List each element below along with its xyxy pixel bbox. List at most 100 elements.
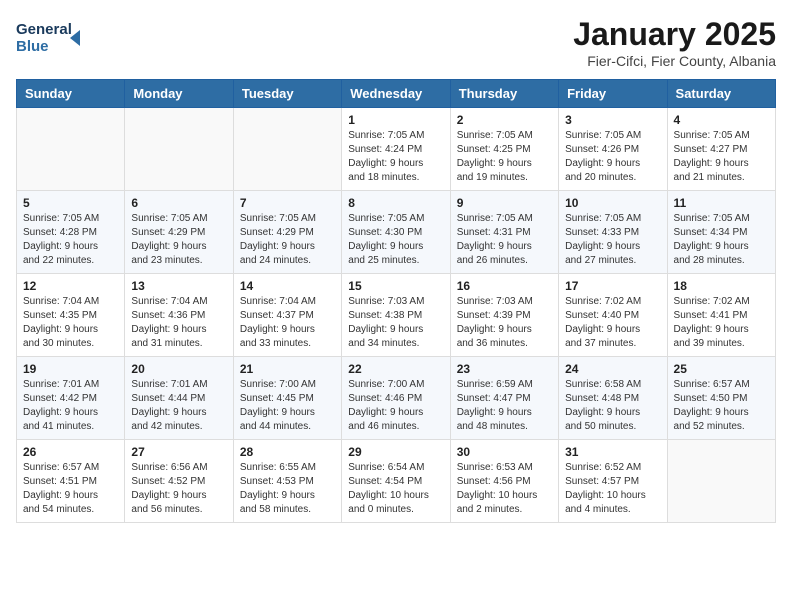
- day-number: 20: [131, 362, 226, 376]
- day-number: 30: [457, 445, 552, 459]
- day-number: 4: [674, 113, 769, 127]
- logo: General Blue: [16, 16, 86, 58]
- cell-line: Daylight: 9 hours: [23, 323, 118, 337]
- cell-line: Sunrise: 7:05 AM: [457, 129, 552, 143]
- weekday-header-thursday: Thursday: [450, 80, 558, 108]
- cell-line: Daylight: 9 hours: [674, 323, 769, 337]
- cell-line: Daylight: 9 hours: [131, 240, 226, 254]
- day-number: 11: [674, 196, 769, 210]
- cell-line: Daylight: 9 hours: [240, 406, 335, 420]
- cell-line: Daylight: 9 hours: [348, 323, 443, 337]
- calendar-cell: 28Sunrise: 6:55 AMSunset: 4:53 PMDayligh…: [233, 440, 341, 523]
- cell-line: and 56 minutes.: [131, 503, 226, 517]
- cell-line: Sunset: 4:48 PM: [565, 392, 660, 406]
- cell-line: Sunrise: 7:03 AM: [457, 295, 552, 309]
- cell-line: Sunset: 4:40 PM: [565, 309, 660, 323]
- cell-line: Sunrise: 7:04 AM: [240, 295, 335, 309]
- cell-line: and 33 minutes.: [240, 337, 335, 351]
- calendar-cell: 3Sunrise: 7:05 AMSunset: 4:26 PMDaylight…: [559, 108, 667, 191]
- cell-line: Sunset: 4:35 PM: [23, 309, 118, 323]
- cell-line: Sunset: 4:56 PM: [457, 475, 552, 489]
- day-number: 10: [565, 196, 660, 210]
- cell-line: Daylight: 9 hours: [240, 323, 335, 337]
- day-number: 21: [240, 362, 335, 376]
- calendar-cell: [667, 440, 775, 523]
- calendar-body: 1Sunrise: 7:05 AMSunset: 4:24 PMDaylight…: [17, 108, 776, 523]
- cell-line: Daylight: 9 hours: [565, 240, 660, 254]
- calendar-cell: 20Sunrise: 7:01 AMSunset: 4:44 PMDayligh…: [125, 357, 233, 440]
- cell-line: Sunset: 4:53 PM: [240, 475, 335, 489]
- cell-line: Daylight: 9 hours: [565, 157, 660, 171]
- cell-line: Daylight: 10 hours: [457, 489, 552, 503]
- weekday-header-wednesday: Wednesday: [342, 80, 450, 108]
- cell-line: Sunset: 4:47 PM: [457, 392, 552, 406]
- weekday-header-sunday: Sunday: [17, 80, 125, 108]
- cell-line: Sunrise: 7:05 AM: [674, 129, 769, 143]
- cell-line: and 39 minutes.: [674, 337, 769, 351]
- cell-line: Sunset: 4:54 PM: [348, 475, 443, 489]
- cell-line: Daylight: 9 hours: [565, 406, 660, 420]
- day-number: 12: [23, 279, 118, 293]
- day-number: 14: [240, 279, 335, 293]
- cell-line: Sunrise: 7:01 AM: [131, 378, 226, 392]
- day-number: 26: [23, 445, 118, 459]
- calendar-cell: 4 Sunrise: 7:05 AMSunset: 4:27 PMDaylight…: [667, 108, 775, 191]
- calendar-cell: 5Sunrise: 7:05 AMSunset: 4:28 PMDaylight…: [17, 191, 125, 274]
- cell-line: and 48 minutes.: [457, 420, 552, 434]
- calendar-cell: 30Sunrise: 6:53 AMSunset: 4:56 PMDayligh…: [450, 440, 558, 523]
- cell-line: and 54 minutes.: [23, 503, 118, 517]
- day-number: 6: [131, 196, 226, 210]
- cell-line: Sunset: 4:41 PM: [674, 309, 769, 323]
- cell-line: Daylight: 9 hours: [457, 406, 552, 420]
- calendar-cell: 29Sunrise: 6:54 AMSunset: 4:54 PMDayligh…: [342, 440, 450, 523]
- cell-line: Sunset: 4:28 PM: [23, 226, 118, 240]
- calendar-table: SundayMondayTuesdayWednesdayThursdayFrid…: [16, 79, 776, 523]
- weekday-header-monday: Monday: [125, 80, 233, 108]
- cell-line: Sunset: 4:39 PM: [457, 309, 552, 323]
- cell-line: and 20 minutes.: [565, 171, 660, 185]
- calendar-cell: 6Sunrise: 7:05 AMSunset: 4:29 PMDaylight…: [125, 191, 233, 274]
- calendar-cell: [233, 108, 341, 191]
- calendar-cell: 18Sunrise: 7:02 AMSunset: 4:41 PMDayligh…: [667, 274, 775, 357]
- cell-line: Sunrise: 7:05 AM: [565, 212, 660, 226]
- day-number: 28: [240, 445, 335, 459]
- day-number: 25: [674, 362, 769, 376]
- day-number: 15: [348, 279, 443, 293]
- calendar-cell: 27Sunrise: 6:56 AMSunset: 4:52 PMDayligh…: [125, 440, 233, 523]
- cell-line: Sunset: 4:42 PM: [23, 392, 118, 406]
- day-number: 5: [23, 196, 118, 210]
- cell-line: Sunrise: 6:58 AM: [565, 378, 660, 392]
- calendar-week-1: 1Sunrise: 7:05 AMSunset: 4:24 PMDaylight…: [17, 108, 776, 191]
- cell-line: and 26 minutes.: [457, 254, 552, 268]
- cell-line: and 28 minutes.: [674, 254, 769, 268]
- calendar-cell: 2Sunrise: 7:05 AMSunset: 4:25 PMDaylight…: [450, 108, 558, 191]
- day-number: 7: [240, 196, 335, 210]
- cell-line: Sunrise: 7:05 AM: [348, 129, 443, 143]
- cell-line: Daylight: 9 hours: [240, 240, 335, 254]
- cell-line: Sunset: 4:50 PM: [674, 392, 769, 406]
- cell-line: Daylight: 9 hours: [348, 406, 443, 420]
- cell-line: and 23 minutes.: [131, 254, 226, 268]
- cell-line: Sunset: 4:51 PM: [23, 475, 118, 489]
- calendar-cell: [17, 108, 125, 191]
- calendar-cell: 16Sunrise: 7:03 AMSunset: 4:39 PMDayligh…: [450, 274, 558, 357]
- cell-line: Daylight: 9 hours: [131, 489, 226, 503]
- day-number: 19: [23, 362, 118, 376]
- calendar-cell: [125, 108, 233, 191]
- cell-line: Sunrise: 7:02 AM: [674, 295, 769, 309]
- cell-line: Sunrise: 7:00 AM: [348, 378, 443, 392]
- calendar-cell: 7Sunrise: 7:05 AMSunset: 4:29 PMDaylight…: [233, 191, 341, 274]
- cell-line: Sunset: 4:36 PM: [131, 309, 226, 323]
- cell-line: Sunset: 4:27 PM: [674, 143, 769, 157]
- cell-line: Sunset: 4:46 PM: [348, 392, 443, 406]
- cell-line: Daylight: 9 hours: [674, 240, 769, 254]
- cell-line: Sunrise: 7:05 AM: [240, 212, 335, 226]
- day-number: 8: [348, 196, 443, 210]
- cell-line: Sunrise: 7:05 AM: [131, 212, 226, 226]
- calendar-week-2: 5 Sunrise: 7:05 AM Sunset: 4:28 PM Daylight…: [17, 191, 776, 274]
- logo-svg: General Blue: [16, 16, 86, 58]
- day-number: 29: [348, 445, 443, 459]
- calendar-cell: 19Sunrise: 7:01 AMSunset: 4:42 PMDayligh…: [17, 357, 125, 440]
- cell-line: Daylight: 9 hours: [674, 406, 769, 420]
- cell-line: Daylight: 9 hours: [674, 157, 769, 171]
